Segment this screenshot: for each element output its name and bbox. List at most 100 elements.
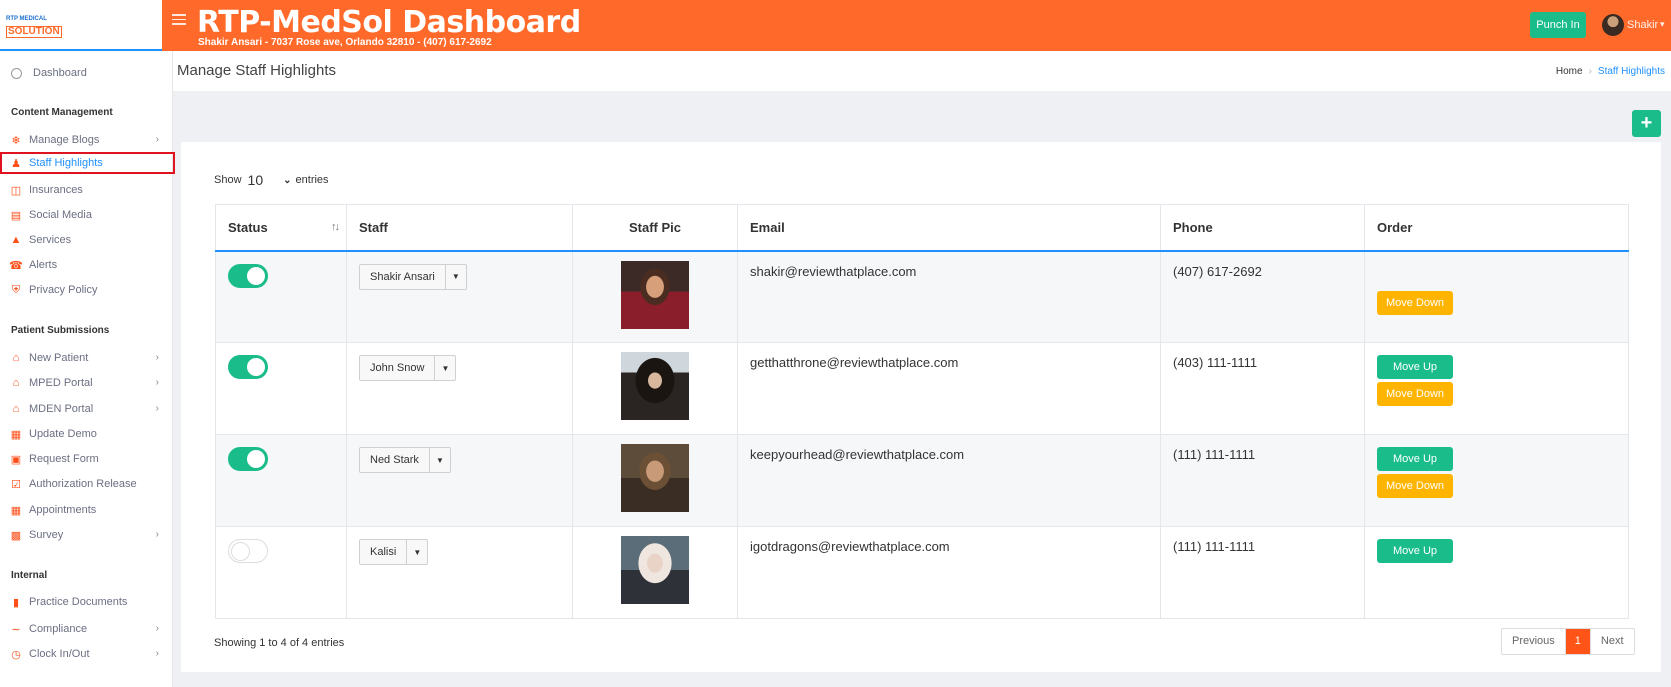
sidebar-item-services[interactable]: ▲ Services	[0, 229, 173, 251]
sidebar-item-label: Practice Documents	[29, 596, 128, 608]
staff-dropdown-button[interactable]: Kalisi ▼	[359, 539, 429, 565]
table-header-row: Status ↑↓ Staff Staff Pic Email Phone Ord…	[215, 204, 1629, 252]
status-cell	[215, 250, 347, 343]
caret-down-icon[interactable]: ▼	[407, 540, 427, 564]
punch-in-button[interactable]: Punch In	[1530, 12, 1586, 38]
sidebar-item-label: MPED Portal	[29, 377, 93, 389]
email-cell: igotdragons@reviewthatplace.com	[737, 526, 1161, 619]
email-cell: shakir@reviewthatplace.com	[737, 250, 1161, 343]
home-icon: ⌂	[12, 352, 20, 364]
chevron-down-icon: ⌄	[283, 174, 292, 186]
staff-pic-cell	[572, 434, 738, 527]
section-heading-patient: Patient Submissions	[11, 325, 110, 336]
sidebar-item-label: Alerts	[29, 259, 58, 271]
menu-toggle-icon[interactable]	[172, 14, 186, 25]
column-header-order[interactable]: Order	[1364, 204, 1629, 252]
staff-photo	[621, 260, 689, 329]
sidebar-item-label: Request Form	[29, 453, 99, 465]
sidebar-item-label: Clock In/Out	[29, 648, 90, 660]
column-header-phone[interactable]: Phone	[1160, 204, 1365, 252]
status-toggle[interactable]	[228, 447, 268, 471]
sidebar-item-practice-documents[interactable]: ▮ Practice Documents	[0, 591, 173, 613]
previous-page-button[interactable]: Previous	[1502, 629, 1566, 654]
page-1-button[interactable]: 1	[1565, 629, 1590, 654]
status-toggle[interactable]	[228, 539, 268, 563]
sidebar-item-label: Services	[29, 234, 72, 246]
user-avatar[interactable]	[1602, 14, 1624, 36]
chevron-right-icon: ›	[155, 403, 159, 414]
phone-cell: (403) 111-1111	[1160, 342, 1365, 435]
logo-main-text: SOLUTION	[6, 26, 62, 38]
sidebar-item-compliance[interactable]: ∼ Compliance ›	[0, 618, 173, 640]
sidebar-item-manage-blogs[interactable]: ❄ Manage Blogs ›	[0, 129, 173, 151]
sidebar-item-survey[interactable]: ▩ Survey ›	[0, 524, 173, 546]
user-name[interactable]: Shakir	[1627, 19, 1658, 31]
table-info: Showing 1 to 4 of 4 entries	[214, 637, 345, 649]
breadcrumb-current: Staff Highlights	[1597, 66, 1665, 77]
status-toggle[interactable]	[228, 263, 268, 288]
sidebar-item-mden-portal[interactable]: ⌂ MDEN Portal ›	[0, 398, 173, 420]
staff-dropdown-button[interactable]: Ned Stark ▼	[359, 447, 451, 473]
staff-name: John Snow	[360, 356, 436, 380]
staff-cell: John Snow ▼	[346, 342, 573, 435]
sidebar-item-social-media[interactable]: ▤ Social Media	[0, 204, 173, 226]
sort-icon[interactable]: ↑↓	[331, 221, 340, 233]
move-up-button[interactable]: Move Up	[1377, 539, 1453, 563]
sidebar-item-privacy-policy[interactable]: ⛨ Privacy Policy	[0, 279, 173, 301]
staff-pic-cell	[572, 250, 738, 343]
caret-down-icon[interactable]: ▼	[446, 265, 466, 289]
sidebar-item-mped-portal[interactable]: ⌂ MPED Portal ›	[0, 372, 173, 394]
sidebar-item-request-form[interactable]: ▣ Request Form	[0, 448, 173, 470]
chevron-down-icon[interactable]: ▾	[1660, 19, 1665, 30]
move-down-button[interactable]: Move Down	[1377, 474, 1453, 498]
sidebar-item-new-patient[interactable]: ⌂ New Patient ›	[0, 347, 173, 369]
sidebar-item-label: Compliance	[29, 623, 88, 635]
status-toggle[interactable]	[228, 355, 268, 379]
move-up-button[interactable]: Move Up	[1377, 447, 1453, 471]
phone-cell: (407) 617-2692	[1160, 250, 1365, 343]
sidebar-item-update-demo[interactable]: ▦ Update Demo	[0, 423, 173, 445]
insurance-icon: ◫	[10, 184, 22, 197]
move-down-button[interactable]: Move Down	[1377, 382, 1453, 406]
staff-table-card: Show 10 ⌄ entries Status ↑↓ Staff Staff P…	[181, 142, 1661, 672]
staff-dropdown-button[interactable]: John Snow ▼	[359, 355, 457, 381]
sidebar-item-dashboard[interactable]: Dashboard	[0, 62, 173, 84]
blog-icon: ❄	[11, 134, 21, 147]
pagination: Previous 1 Next	[1501, 628, 1635, 655]
sidebar-item-clock-in-out[interactable]: ◷ Clock In/Out ›	[0, 643, 173, 665]
sidebar-item-label: Privacy Policy	[29, 284, 98, 296]
sidebar-item-label: Social Media	[29, 209, 92, 221]
staff-pic-cell	[572, 342, 738, 435]
staff-name: Ned Stark	[360, 448, 430, 472]
logo[interactable]: RTP MEDICAL SOLUTION	[6, 16, 62, 38]
move-down-button[interactable]: Move Down	[1377, 290, 1453, 315]
sidebar-item-label: Appointments	[29, 504, 97, 516]
next-page-button[interactable]: Next	[1589, 629, 1634, 654]
column-header-staff[interactable]: Staff	[346, 204, 573, 252]
user-badge-icon: ♟	[11, 157, 21, 170]
sidebar-item-authorization-release[interactable]: ☑ Authorization Release	[0, 473, 173, 495]
caret-down-icon[interactable]: ▼	[430, 448, 450, 472]
column-header-staff-pic[interactable]: Staff Pic	[572, 204, 738, 252]
add-staff-button[interactable]: +	[1632, 110, 1661, 137]
column-header-email[interactable]: Email	[737, 204, 1161, 252]
move-up-button[interactable]: Move Up	[1377, 355, 1453, 379]
entries-select[interactable]: 10 ⌄	[248, 172, 292, 188]
column-header-status[interactable]: Status ↑↓	[215, 204, 347, 252]
sidebar-item-insurances[interactable]: ◫ Insurances	[0, 179, 173, 201]
email-cell: getthatthrone@reviewthatplace.com	[737, 342, 1161, 435]
home-icon: ⌂	[12, 377, 20, 389]
breadcrumb-home[interactable]: Home	[1556, 66, 1583, 77]
status-cell	[215, 434, 347, 527]
sidebar-item-appointments[interactable]: ▦ Appointments	[0, 499, 173, 521]
staff-dropdown-button[interactable]: Shakir Ansari ▼	[359, 263, 467, 290]
section-heading-internal: Internal	[11, 570, 48, 581]
table-row: John Snow ▼ getthatthrone@reviewthatplac…	[215, 342, 1629, 435]
sidebar-item-alerts[interactable]: ☎ Alerts	[0, 254, 173, 276]
caret-down-icon[interactable]: ▼	[435, 356, 455, 380]
sidebar-item-label: Survey	[29, 529, 64, 541]
id-card-icon: ▦	[10, 428, 22, 441]
sidebar-item-label: Insurances	[29, 184, 83, 196]
status-cell	[215, 342, 347, 435]
sidebar-item-staff-highlights[interactable]: ♟ Staff Highlights	[0, 152, 175, 174]
